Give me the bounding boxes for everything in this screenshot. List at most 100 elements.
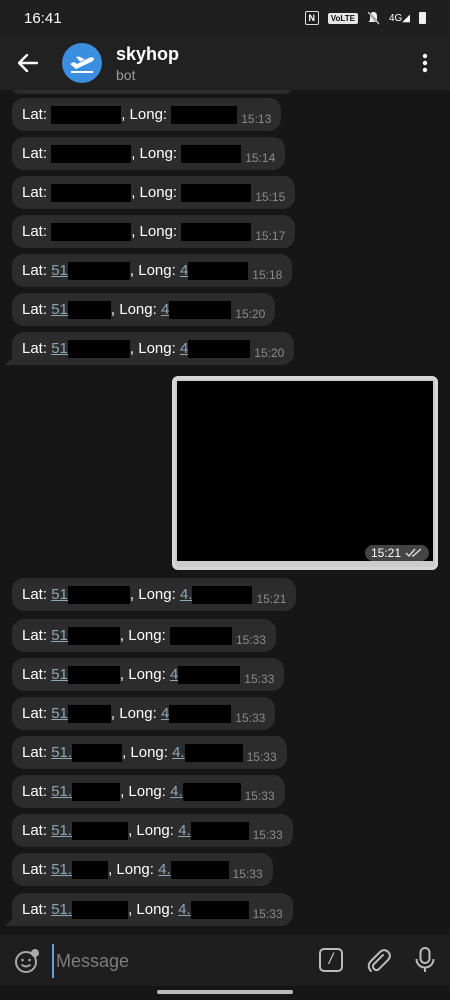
long-value[interactable]: 4. (178, 822, 191, 839)
status-icons: N VoLTE 4G◢ (304, 11, 426, 25)
message-composer: / (0, 934, 450, 986)
message-time: 15:21 (256, 591, 287, 606)
mute-bell-icon (367, 11, 380, 25)
bot-avatar[interactable] (62, 43, 102, 83)
signal-icon: 4G◢ (388, 12, 410, 24)
volte-icon: VoLTE (327, 12, 358, 24)
back-button[interactable] (0, 36, 56, 90)
redaction-box (190, 900, 249, 919)
redaction-box (181, 183, 252, 202)
long-value[interactable]: 4 (161, 705, 169, 722)
message-bubble[interactable]: Lat: 51 , Long: 4 15:20 (12, 293, 276, 326)
long-value[interactable]: 4 (170, 666, 178, 683)
chat-title: skyhop (116, 43, 180, 64)
lat-value[interactable]: 51. (51, 861, 72, 878)
message-bubble[interactable]: Lat: 51. , Long: 4. 15:33 (12, 736, 287, 769)
redaction-box (67, 704, 111, 723)
redaction-box (178, 665, 241, 684)
lat-label: Lat: (22, 861, 48, 878)
partial-message-bubble (12, 90, 292, 94)
lat-value[interactable]: 51. (51, 744, 72, 761)
battery-icon (419, 12, 426, 24)
long-label: , Long: (122, 744, 168, 761)
message-time: 15:33 (232, 866, 263, 881)
message-time: 15:20 (235, 306, 266, 321)
lat-value[interactable]: 51. (51, 901, 72, 918)
message-time: 15:33 (235, 632, 266, 647)
home-gesture-handle[interactable] (157, 990, 293, 994)
lat-label: Lat: (22, 145, 48, 162)
redaction-box (72, 743, 123, 762)
long-label: , Long: (129, 340, 176, 357)
message-time: 15:33 (244, 671, 275, 686)
message-input[interactable] (52, 944, 308, 978)
long-label: , Long: (131, 184, 178, 201)
message-bubble[interactable]: Lat: 51 , Long: 4 15:18 (12, 254, 293, 287)
redaction-box (169, 704, 232, 723)
chat-title-block[interactable]: skyhop bot (116, 44, 179, 83)
message-bubble[interactable]: Lat: 51. , Long: 4. 15:33 (12, 775, 285, 808)
bot-commands-button[interactable]: / (319, 948, 343, 972)
sticker-emoji-icon[interactable] (14, 948, 40, 974)
redaction-box (171, 105, 238, 124)
long-value[interactable]: 4. (180, 586, 193, 603)
long-label: , Long: (129, 262, 176, 279)
message-bubble[interactable]: Lat: 51 , Long: 4 15:20 (4, 332, 295, 365)
redaction-box (188, 261, 249, 280)
long-label: , Long: (128, 901, 174, 918)
long-label: , Long: (131, 145, 178, 162)
attach-icon[interactable] (366, 948, 392, 974)
message-time: 15:33 (252, 906, 283, 921)
lat-value[interactable]: 51 (51, 262, 68, 279)
message-time: 15:13 (241, 111, 272, 126)
redaction-box (169, 300, 232, 319)
lat-value[interactable]: 51 (51, 705, 68, 722)
lat-value[interactable]: 51 (51, 586, 68, 603)
chat-messages[interactable]: Lat: , Long: 15:13 Lat: , Long: 15:14 La… (0, 90, 450, 934)
message-bubble[interactable]: Lat: 51 , Long: 15:33 (12, 619, 276, 652)
redaction-box (192, 585, 253, 604)
long-value[interactable]: 4. (158, 861, 171, 878)
lat-value[interactable]: 51. (51, 783, 72, 800)
long-value[interactable]: 4. (170, 783, 183, 800)
long-value[interactable]: 4 (180, 340, 188, 357)
chat-subtitle: bot (116, 66, 136, 83)
system-nav-bar (0, 986, 450, 1000)
message-bubble[interactable]: Lat: 51. , Long: 4. 15:33 (12, 853, 273, 886)
long-label: , Long: (119, 666, 166, 683)
message-time: 15:20 (254, 345, 285, 360)
airplane-icon (70, 56, 94, 73)
long-value[interactable]: 4 (180, 262, 188, 279)
lat-value[interactable]: 51 (51, 301, 68, 318)
long-value[interactable]: 4. (172, 744, 185, 761)
long-label: , Long: (110, 705, 157, 722)
signal-label: 4G (388, 12, 403, 24)
microphone-icon[interactable] (412, 946, 438, 974)
message-bubble[interactable]: Lat: , Long: 15:17 (12, 215, 296, 248)
message-bubble[interactable]: Lat: 51 , Long: 4 15:33 (12, 658, 285, 691)
lat-label: Lat: (22, 666, 48, 683)
long-label: , Long: (128, 822, 174, 839)
message-bubble[interactable]: Lat: 51 , Long: 4 15:33 (12, 697, 276, 730)
status-bar: 16:41 N VoLTE 4G◢ (0, 0, 450, 36)
long-label: , Long: (120, 783, 166, 800)
message-bubble[interactable]: Lat: , Long: 15:13 (12, 98, 282, 131)
redaction-box (181, 222, 252, 241)
more-options-button[interactable] (410, 48, 440, 78)
outgoing-photo-message[interactable]: 15:21 (172, 376, 438, 570)
lat-value[interactable]: 51. (51, 822, 72, 839)
lat-value[interactable]: 51 (51, 666, 68, 683)
long-value[interactable]: 4 (161, 301, 169, 318)
message-bubble[interactable]: Lat: , Long: 15:14 (12, 137, 286, 170)
redaction-box (72, 782, 121, 801)
long-value[interactable]: 4. (178, 901, 191, 918)
long-label: , Long: (131, 223, 178, 240)
message-bubble[interactable]: Lat: 51. , Long: 4. 15:33 (5, 893, 293, 926)
lat-value[interactable]: 51 (51, 340, 68, 357)
message-bubble[interactable]: Lat: , Long: 15:15 (12, 176, 296, 209)
redaction-box (72, 821, 129, 840)
double-check-icon (405, 548, 422, 558)
lat-value[interactable]: 51 (51, 627, 68, 644)
message-bubble[interactable]: Lat: 51. , Long: 4. 15:33 (12, 814, 293, 847)
message-bubble[interactable]: Lat: 51 , Long: 4. 15:21 (12, 578, 297, 611)
